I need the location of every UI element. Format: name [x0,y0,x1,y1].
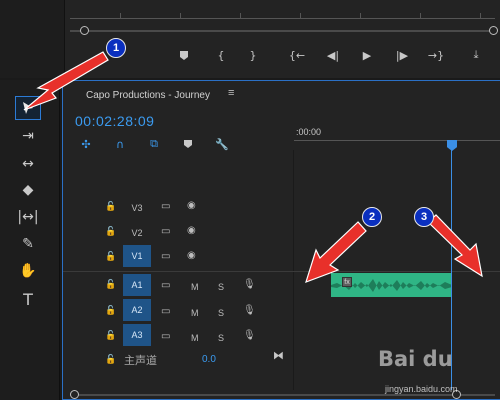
annotation-badge: 2 [362,207,382,227]
annotation-badge: 1 [106,38,126,58]
annotation-badge: 3 [414,207,434,227]
watermark-url: jingyan.baidu.com [385,384,458,394]
arrow-2-icon [305,221,367,283]
arrow-1-icon [23,51,109,111]
arrow-3-icon [427,214,483,278]
baidu-watermark: Bai du [378,347,453,371]
annotation-arrows [23,51,483,283]
